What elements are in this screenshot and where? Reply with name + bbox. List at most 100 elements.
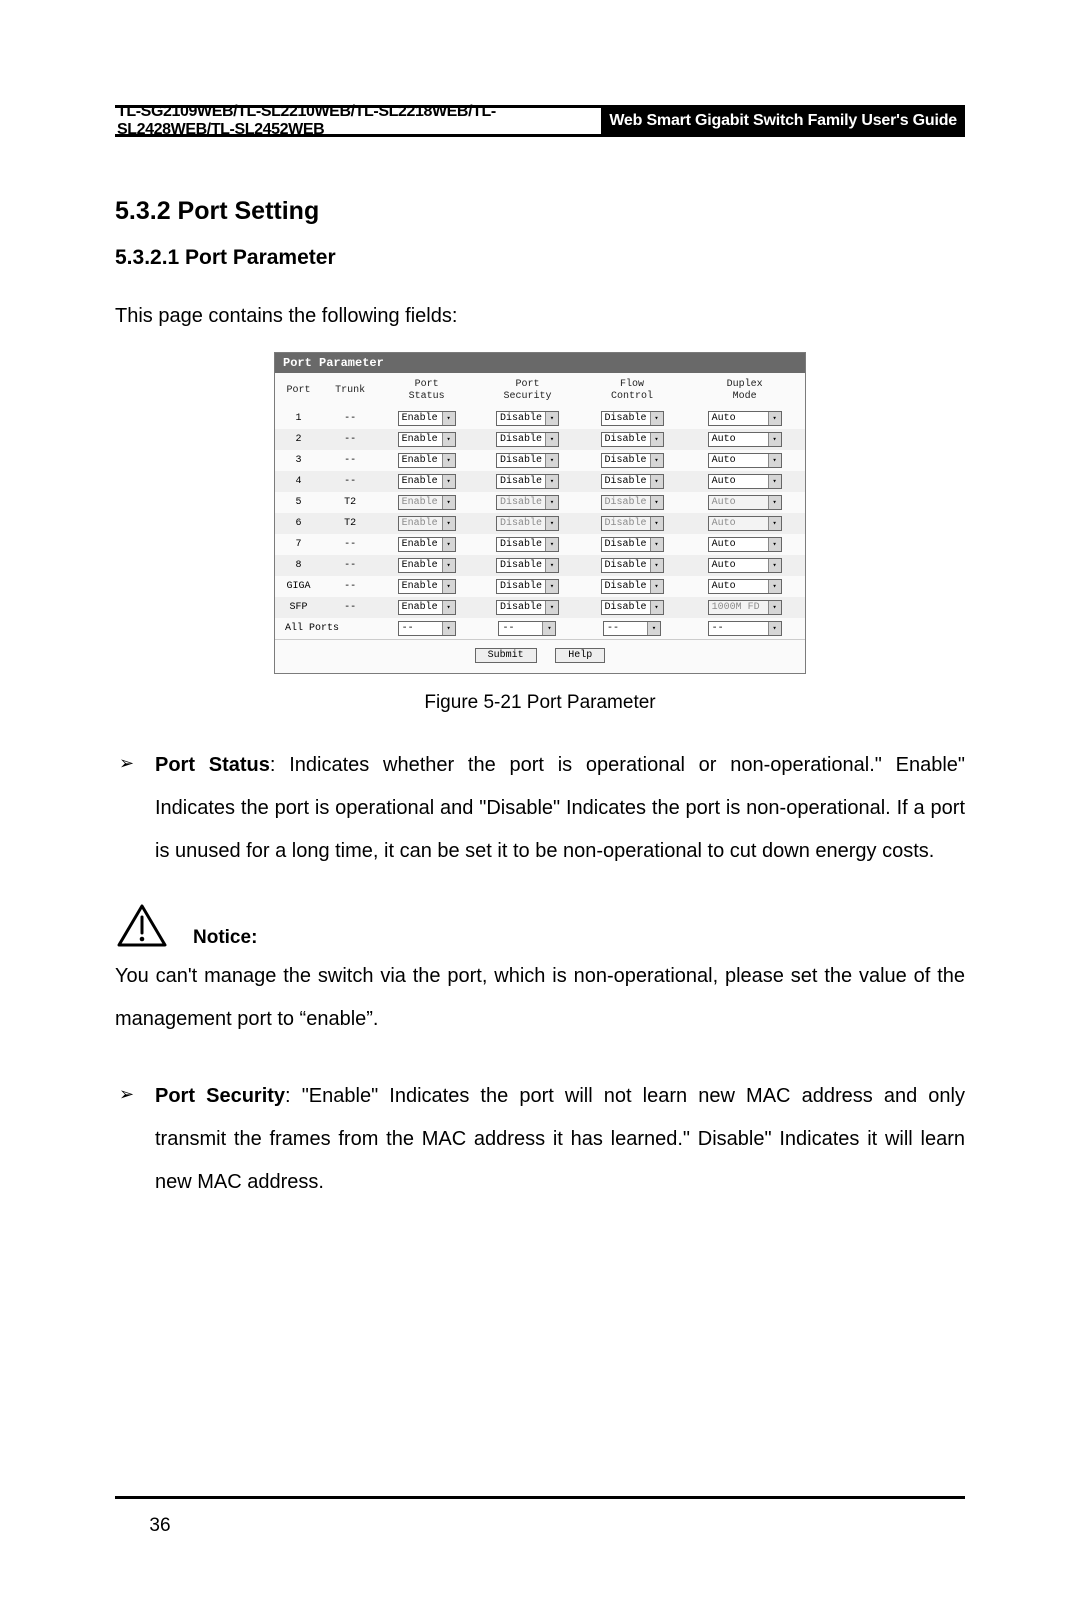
select[interactable]: Disable▾ (601, 411, 664, 426)
chevron-down-icon: ▾ (768, 538, 781, 551)
footer-rule (115, 1496, 965, 1499)
select[interactable]: Disable▾ (601, 558, 664, 573)
select-value: Auto (712, 560, 736, 571)
figure-caption: Figure 5-21 Port Parameter (424, 692, 655, 714)
cell-duplex: Auto▾ (684, 576, 805, 597)
table-row: SFP--Enable▾Disable▾Disable▾1000M FD▾ (275, 597, 805, 618)
select[interactable]: Auto▾ (708, 579, 782, 594)
header-models: TL-SG2109WEB/TL-SL2210WEB/TL-SL2218WEB/T… (115, 108, 601, 134)
chevron-down-icon: ▾ (545, 601, 558, 614)
select[interactable]: Disable▾ (601, 537, 664, 552)
select[interactable]: Disable▾ (496, 432, 559, 447)
table-row: 7--Enable▾Disable▾Disable▾Auto▾ (275, 534, 805, 555)
cell-security: Disable▾ (475, 492, 580, 513)
bullet-port-security: Port Security: "Enable" Indicates the po… (115, 1075, 965, 1204)
select-value: Enable (402, 560, 438, 571)
select[interactable]: Disable▾ (496, 411, 559, 426)
select[interactable]: Auto▾ (708, 495, 782, 510)
select-value: Disable (500, 581, 542, 592)
cell-flow: Disable▾ (580, 471, 685, 492)
chevron-down-icon: ▾ (442, 496, 455, 509)
cell-status: Enable▾ (378, 513, 475, 534)
submit-button[interactable]: Submit (475, 648, 537, 663)
all-ports-row: All Ports--▾--▾--▾--▾ (275, 618, 805, 639)
select[interactable]: --▾ (603, 621, 661, 636)
select[interactable]: Auto▾ (708, 432, 782, 447)
col-trunk: Trunk (322, 373, 378, 408)
intro-text: This page contains the following fields: (115, 300, 965, 332)
chevron-down-icon: ▾ (768, 412, 781, 425)
col-port: Port (275, 373, 322, 408)
select[interactable]: Enable▾ (398, 453, 456, 468)
table-row: GIGA--Enable▾Disable▾Disable▾Auto▾ (275, 576, 805, 597)
select[interactable]: Disable▾ (601, 495, 664, 510)
select-value: Enable (402, 497, 438, 508)
select[interactable]: Disable▾ (496, 495, 559, 510)
select[interactable]: Disable▾ (496, 579, 559, 594)
select-value: Auto (712, 476, 736, 487)
cell-flow: Disable▾ (580, 597, 685, 618)
section-heading: 5.3.2 Port Setting (115, 197, 965, 226)
select[interactable]: Auto▾ (708, 516, 782, 531)
bullet-label: Port Security (155, 1085, 285, 1107)
cell-flow: Disable▾ (580, 534, 685, 555)
chevron-down-icon: ▾ (768, 559, 781, 572)
cell-port: 6 (275, 513, 322, 534)
cell-flow: Disable▾ (580, 429, 685, 450)
cell-security: Disable▾ (475, 471, 580, 492)
table-row: 5T2Enable▾Disable▾Disable▾Auto▾ (275, 492, 805, 513)
chevron-down-icon: ▾ (650, 559, 663, 572)
chevron-down-icon: ▾ (650, 433, 663, 446)
select[interactable]: --▾ (708, 621, 782, 636)
select[interactable]: Enable▾ (398, 579, 456, 594)
select[interactable]: Disable▾ (496, 537, 559, 552)
select[interactable]: Auto▾ (708, 537, 782, 552)
select[interactable]: Enable▾ (398, 411, 456, 426)
select[interactable]: Disable▾ (496, 474, 559, 489)
select[interactable]: Auto▾ (708, 474, 782, 489)
select[interactable]: Disable▾ (496, 516, 559, 531)
select[interactable]: Auto ▾ (708, 558, 782, 573)
cell-port: 7 (275, 534, 322, 555)
chevron-down-icon: ▾ (542, 622, 555, 635)
select[interactable]: Disable▾ (601, 474, 664, 489)
select[interactable]: Enable▾ (398, 600, 456, 615)
select[interactable]: Disable▾ (601, 516, 664, 531)
select[interactable]: Auto▾ (708, 411, 782, 426)
select[interactable]: Enable▾ (398, 537, 456, 552)
select-value: Disable (605, 434, 647, 445)
select[interactable]: 1000M FD▾ (708, 600, 782, 615)
select[interactable]: --▾ (498, 621, 556, 636)
cell-trunk: -- (322, 429, 378, 450)
select[interactable]: Enable▾ (398, 516, 456, 531)
table-row: 8--Enable▾Disable▾Disable▾Auto▾ (275, 555, 805, 576)
select[interactable]: Enable▾ (398, 474, 456, 489)
select[interactable]: Auto▾ (708, 453, 782, 468)
cell-status: Enable▾ (378, 450, 475, 471)
select[interactable]: Disable▾ (496, 558, 559, 573)
select[interactable]: --▾ (398, 621, 456, 636)
select[interactable]: Disable▾ (601, 579, 664, 594)
select-value: -- (402, 623, 414, 634)
select[interactable]: Disable▾ (496, 453, 559, 468)
cell-status: Enable▾ (378, 429, 475, 450)
cell-trunk: -- (322, 555, 378, 576)
select[interactable]: Enable▾ (398, 432, 456, 447)
chevron-down-icon: ▾ (650, 496, 663, 509)
cell-status: Enable▾ (378, 576, 475, 597)
cell-status: Enable▾ (378, 471, 475, 492)
table-row: 1--Enable▾Disable▾Disable▾Auto▾ (275, 408, 805, 429)
select[interactable]: Disable▾ (601, 600, 664, 615)
select[interactable]: Enable▾ (398, 558, 456, 573)
all-ports-label: All Ports (275, 618, 378, 639)
select[interactable]: Disable▾ (601, 432, 664, 447)
bullet-port-status: Port Status: Indicates whether the port … (115, 744, 965, 873)
cell-security: Disable▾ (475, 450, 580, 471)
select-value: Disable (605, 602, 647, 613)
select[interactable]: Enable ▾ (398, 495, 456, 510)
notice-body: You can't manage the switch via the port… (115, 955, 965, 1041)
select[interactable]: Disable▾ (496, 600, 559, 615)
help-button[interactable]: Help (555, 648, 605, 663)
select-value: Disable (605, 476, 647, 487)
select[interactable]: Disable▾ (601, 453, 664, 468)
